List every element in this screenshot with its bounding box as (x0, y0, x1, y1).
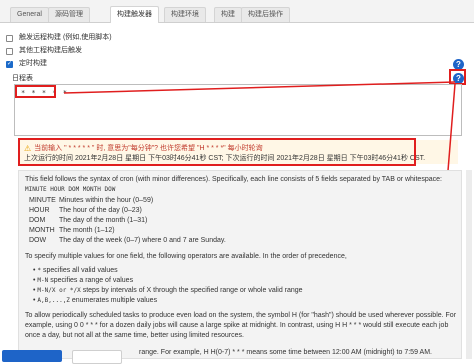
cron-help-panel: This field follows the syntax of cron (w… (18, 170, 462, 359)
operator-step: • M-N/X or */X steps by intervals of X t… (33, 287, 303, 294)
field-dow: DOW The day of the week (0–7) where 0 and… (29, 237, 226, 244)
help-hash-para2: example, using 0 0 * * * for a dozen dai… (25, 322, 449, 329)
help-intro: This field follows the syntax of cron (w… (25, 176, 442, 183)
help-operators-intro: To specify multiple values for one field… (25, 253, 347, 260)
help-scrollbar[interactable] (466, 170, 472, 359)
arrow-line-top (63, 81, 456, 94)
apply-button[interactable] (72, 350, 122, 364)
help-hash-para4: range. For example, H H(0-7) * * * means… (139, 349, 432, 356)
field-month: MONTH The month (1–12) (29, 227, 115, 234)
save-button[interactable] (2, 350, 62, 362)
field-hour: HOUR The hour of the day (0–23) (29, 207, 142, 214)
operator-all: • * specifies all valid values (33, 267, 118, 274)
field-dom: DOM The day of the month (1–31) (29, 217, 148, 224)
help-hash-para3: once a day, but not all at the same time… (25, 332, 244, 339)
operator-list: • A,B,...,Z enumerates multiple values (33, 297, 158, 304)
operator-range: • M-N specifies a range of values (33, 277, 134, 284)
field-minute: MINUTE Minutes within the hour (0–59) (29, 197, 154, 204)
help-hash-para1: To allow periodically scheduled tasks to… (25, 312, 457, 319)
help-syntax: MINUTE HOUR DOM MONTH DOW (25, 186, 116, 193)
